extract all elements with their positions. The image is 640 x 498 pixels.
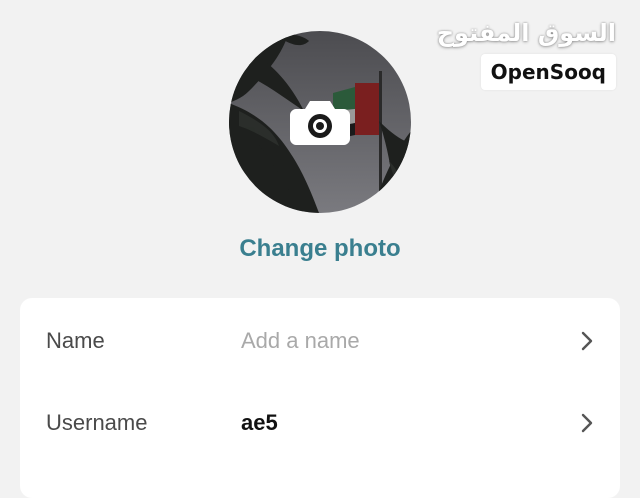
watermark-brand-label: OpenSooq xyxy=(480,54,616,90)
chevron-right-icon xyxy=(578,330,596,352)
change-photo-link[interactable]: Change photo xyxy=(0,232,640,266)
username-label: Username xyxy=(46,410,148,435)
name-placeholder: Add a name xyxy=(241,328,360,353)
username-row[interactable]: Username ae5 xyxy=(20,382,620,462)
opensooq-watermark: السوق المفتوح OpenSooq xyxy=(437,18,616,90)
profile-fields-card: Name Add a name Username ae5 xyxy=(20,298,620,498)
chevron-right-icon xyxy=(578,412,596,434)
watermark-arabic-text: السوق المفتوح xyxy=(436,19,616,47)
change-photo-camera-button[interactable] xyxy=(290,97,350,145)
profile-avatar[interactable] xyxy=(229,31,411,213)
name-row[interactable]: Name Add a name xyxy=(20,300,620,380)
name-label: Name xyxy=(46,328,105,353)
username-value: ae5 xyxy=(241,410,278,435)
camera-icon xyxy=(290,101,350,145)
